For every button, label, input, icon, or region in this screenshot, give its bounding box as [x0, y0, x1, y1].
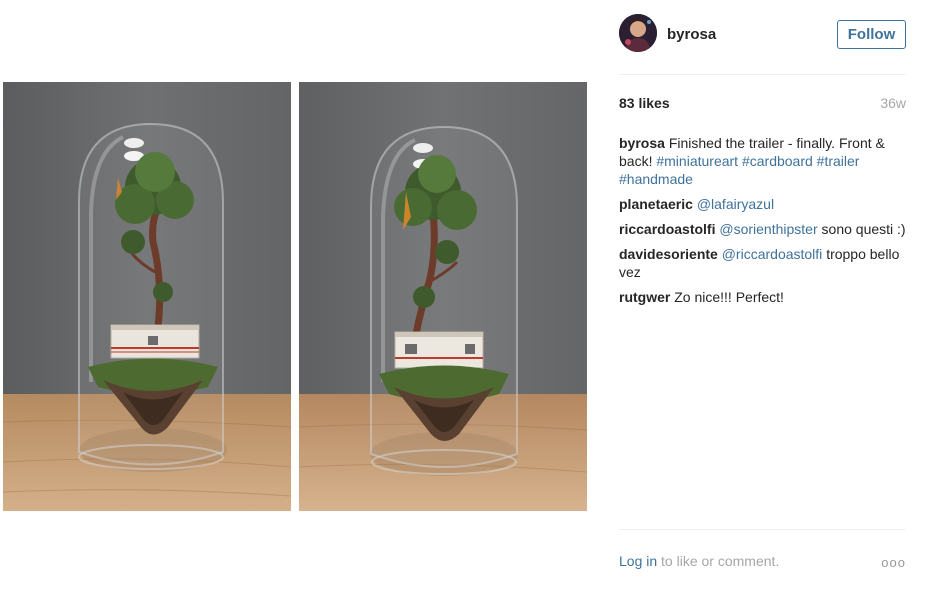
login-prompt-text: to like or comment.	[661, 553, 780, 569]
hashtag-link[interactable]: #handmade	[619, 171, 693, 187]
header-divider	[619, 74, 906, 75]
footer-divider	[619, 529, 906, 530]
avatar-image	[619, 14, 657, 52]
post-sidebar: byrosa Follow 83 likes 36w byrosa Finish…	[619, 0, 906, 590]
mention-link[interactable]: @lafairyazul	[697, 196, 774, 212]
follow-button[interactable]: Follow	[837, 20, 906, 49]
comment-user[interactable]: riccardoastolfi	[619, 221, 715, 237]
post-image-front[interactable]	[3, 82, 291, 511]
more-options-icon[interactable]: ooo	[881, 555, 906, 570]
avatar[interactable]	[619, 14, 657, 52]
terrarium-photo-front	[3, 82, 291, 511]
mention-link[interactable]: @riccardoastolfi	[722, 246, 823, 262]
post-header: byrosa Follow	[619, 14, 906, 56]
comment-user[interactable]: davidesoriente	[619, 246, 718, 262]
post-age[interactable]: 36w	[880, 95, 906, 111]
hashtag-link[interactable]: #miniatureart	[656, 153, 738, 169]
mention-link[interactable]: @sorienthipster	[719, 221, 817, 237]
caption: byrosa Finished the trailer - finally. F…	[619, 134, 906, 188]
hashtag-link[interactable]: #trailer	[817, 153, 860, 169]
hashtag-link[interactable]: #cardboard	[742, 153, 813, 169]
comment-item: rutgwer Zo nice!!! Perfect!	[619, 288, 906, 306]
post-username[interactable]: byrosa	[667, 26, 716, 43]
post-footer: Log in to like or comment. ooo	[619, 553, 906, 573]
login-link[interactable]: Log in	[619, 553, 657, 569]
comment-item: planetaeric @lafairyazul	[619, 195, 906, 213]
comments-list: byrosa Finished the trailer - finally. F…	[619, 134, 906, 313]
terrarium-photo-back	[299, 82, 587, 511]
likes-count[interactable]: 83 likes	[619, 95, 670, 111]
comment-text: Zo nice!!! Perfect!	[674, 289, 784, 305]
post-image-back[interactable]	[299, 82, 587, 511]
comment-user[interactable]: byrosa	[619, 135, 665, 151]
comment-item: davidesoriente @riccardoastolfi troppo b…	[619, 245, 906, 281]
comment-user[interactable]: planetaeric	[619, 196, 693, 212]
comment-item: riccardoastolfi @sorienthipster sono que…	[619, 220, 906, 238]
comment-user[interactable]: rutgwer	[619, 289, 670, 305]
comment-text: sono questi :)	[821, 221, 906, 237]
